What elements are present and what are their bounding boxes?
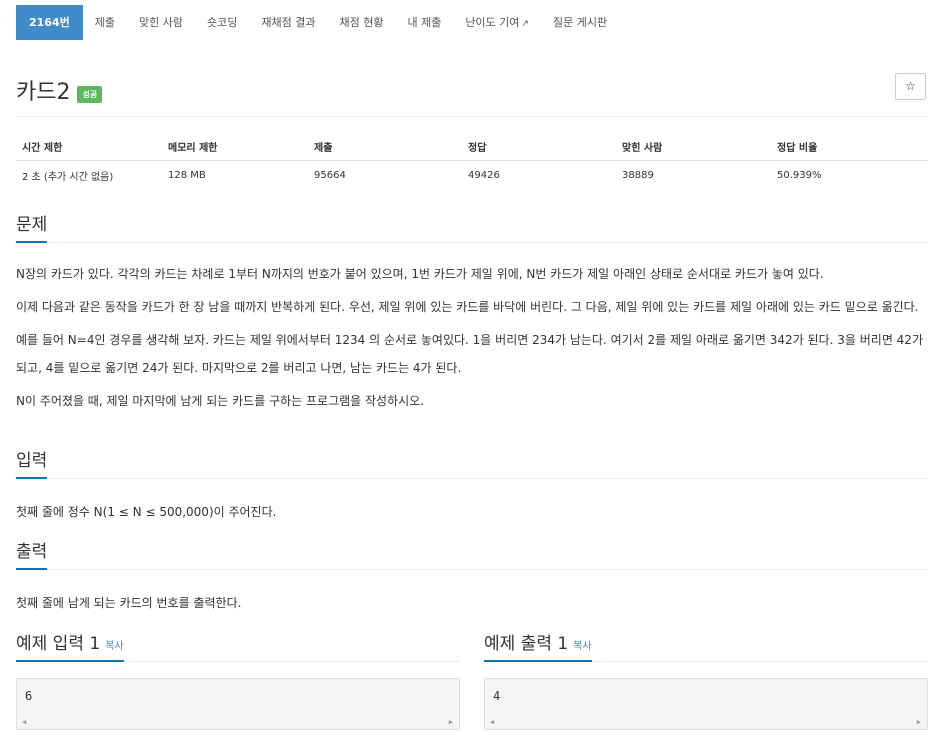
copy-sample-output-button[interactable]: 복사 xyxy=(573,641,591,652)
section-title-input: 입력 xyxy=(16,450,48,479)
cell-time-limit: 2 초 (추가 시간 없음) xyxy=(22,171,114,183)
section-header: 출력 xyxy=(16,541,928,570)
favorite-star-button[interactable]: ☆ xyxy=(895,73,926,100)
output-section: 출력 첫째 줄에 남게 되는 카드의 번호를 출력한다. xyxy=(16,541,928,617)
scroll-left-arrow-icon[interactable]: ◀ xyxy=(22,718,26,726)
section-header: 예제 입력 1 복사 xyxy=(16,633,460,662)
scroll-right-arrow-icon[interactable]: ▶ xyxy=(449,718,453,726)
sample-input-box[interactable]: 6 ◀ ▶ xyxy=(16,678,460,730)
problem-info-table: 시간 제한 메모리 제한 제출 정답 맞힌 사람 정답 비율 2 초 (추가 시… xyxy=(16,133,928,189)
header-accepted: 정답 xyxy=(462,133,616,161)
problem-menu-tabs: 2164번 제출 맞힌 사람 숏코딩 재채점 결과 채점 현황 내 제출 난이도… xyxy=(16,5,619,40)
tab-solved-users[interactable]: 맞힌 사람 xyxy=(127,5,195,40)
header-submissions: 제출 xyxy=(308,133,462,161)
problem-body: N장의 카드가 있다. 각각의 카드는 차례로 1부터 N까지의 번호가 붙어 … xyxy=(16,260,928,415)
tab-status[interactable]: 채점 현황 xyxy=(327,5,395,40)
sample-output-value: 4 xyxy=(493,689,501,703)
cell-accepted: 49426 xyxy=(468,169,500,181)
problem-paragraph: 예를 들어 N=4인 경우를 생각해 보자. 카드는 제일 위에서부터 1234… xyxy=(16,333,923,375)
problem-paragraph: N이 주어졌을 때, 제일 마지막에 남게 되는 카드를 구하는 프로그램을 작… xyxy=(16,394,425,408)
section-title-problem: 문제 xyxy=(16,214,48,243)
status-badge: 성공 xyxy=(77,85,103,103)
cell-memory-limit: 128 MB xyxy=(168,169,206,181)
tab-difficulty-label: 난이도 기여 xyxy=(465,16,520,29)
table-row: 2 초 (추가 시간 없음) 128 MB 95664 49426 38889 … xyxy=(16,161,928,190)
divider xyxy=(16,116,928,117)
cell-submissions: 95664 xyxy=(314,169,346,181)
scroll-left-arrow-icon[interactable]: ◀ xyxy=(490,718,494,726)
problem-header: 카드2 성공 xyxy=(16,74,103,106)
tab-short-coding[interactable]: 숏코딩 xyxy=(195,5,249,40)
sample-output-title-text: 예제 출력 1 xyxy=(484,634,569,654)
tab-rejudge-results[interactable]: 재채점 결과 xyxy=(249,5,327,40)
problem-paragraph: N장의 카드가 있다. 각각의 카드는 차례로 1부터 N까지의 번호가 붙어 … xyxy=(16,267,824,281)
sample-input-section: 예제 입력 1 복사 6 ◀ ▶ xyxy=(16,633,460,730)
tab-question-board[interactable]: 질문 게시판 xyxy=(541,5,619,40)
problem-description-section: 문제 N장의 카드가 있다. 각각의 카드는 차례로 1부터 N까지의 번호가 … xyxy=(16,214,928,415)
sample-input-title: 예제 입력 1 복사 xyxy=(16,633,124,662)
section-header: 입력 xyxy=(16,450,928,479)
tab-difficulty-contribution[interactable]: 난이도 기여 ↗ xyxy=(453,5,541,40)
cell-accept-ratio: 50.939% xyxy=(777,169,822,181)
cell-solved-users: 38889 xyxy=(622,169,654,181)
scroll-right-arrow-icon[interactable]: ▶ xyxy=(917,718,921,726)
header-memory-limit: 메모리 제한 xyxy=(162,133,308,161)
header-accept-ratio: 정답 비율 xyxy=(771,133,928,161)
problem-paragraph: 이제 다음과 같은 동작을 카드가 한 장 남을 때까지 반복하게 된다. 우선… xyxy=(16,300,919,314)
sample-output-section: 예제 출력 1 복사 4 ◀ ▶ xyxy=(484,633,928,730)
tab-my-submissions[interactable]: 내 제출 xyxy=(395,5,453,40)
header-solved-users: 맞힌 사람 xyxy=(616,133,771,161)
section-header: 예제 출력 1 복사 xyxy=(484,633,928,662)
sample-output-title: 예제 출력 1 복사 xyxy=(484,633,592,662)
header-time-limit: 시간 제한 xyxy=(16,133,162,161)
input-description: 첫째 줄에 정수 N(1 ≤ N ≤ 500,000)이 주어진다. xyxy=(16,505,277,519)
section-header: 문제 xyxy=(16,214,928,243)
tab-submit[interactable]: 제출 xyxy=(83,5,127,40)
input-section: 입력 첫째 줄에 정수 N(1 ≤ N ≤ 500,000)이 주어진다. xyxy=(16,450,928,526)
external-link-icon: ↗ xyxy=(521,19,529,29)
sample-output-box[interactable]: 4 ◀ ▶ xyxy=(484,678,928,730)
sample-input-value: 6 xyxy=(25,689,33,703)
section-title-output: 출력 xyxy=(16,541,48,570)
output-description: 첫째 줄에 남게 되는 카드의 번호를 출력한다. xyxy=(16,596,242,610)
tab-problem[interactable]: 2164번 xyxy=(16,5,83,40)
sample-input-title-text: 예제 입력 1 xyxy=(16,634,101,654)
copy-sample-input-button[interactable]: 복사 xyxy=(105,641,123,652)
star-icon: ☆ xyxy=(905,79,916,93)
table-header-row: 시간 제한 메모리 제한 제출 정답 맞힌 사람 정답 비율 xyxy=(16,133,928,161)
problem-title: 카드2 xyxy=(16,80,71,105)
